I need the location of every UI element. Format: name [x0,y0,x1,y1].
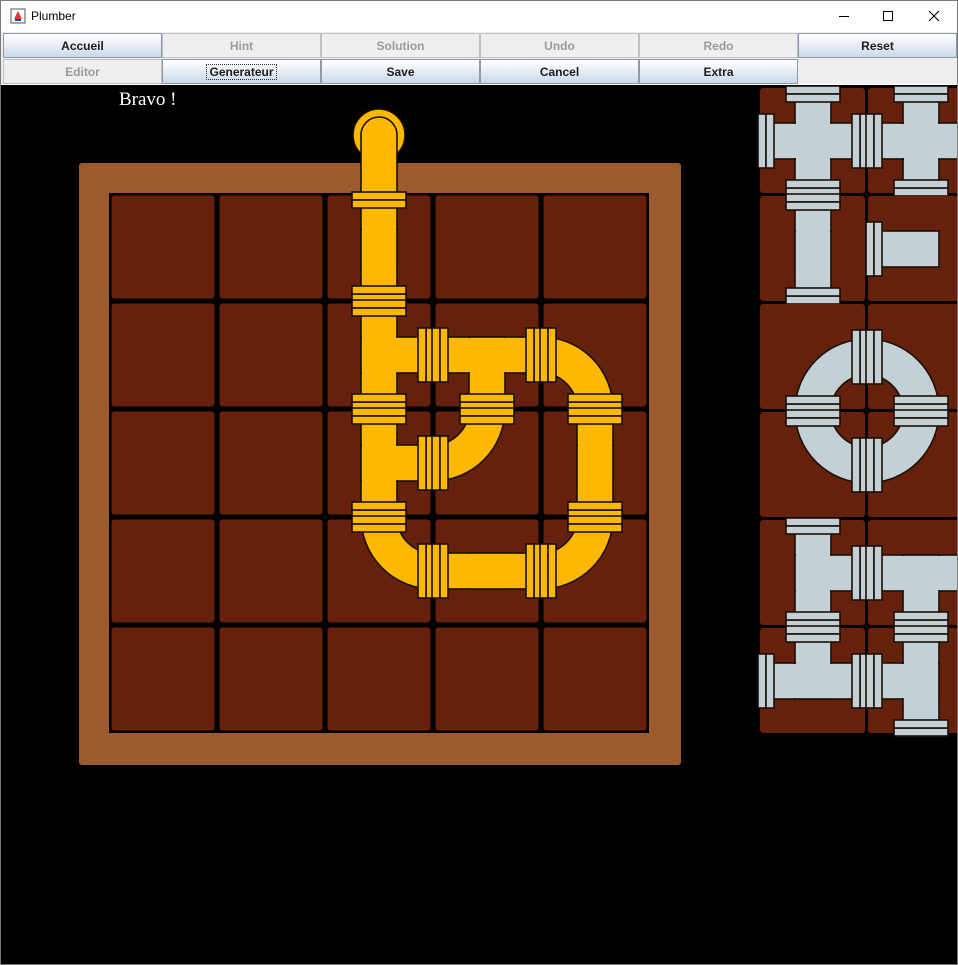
close-button[interactable] [911,1,957,31]
java-app-icon [10,8,26,24]
generateur-button[interactable]: Generateur [162,59,321,84]
close-icon [928,10,940,22]
board-tile [219,411,323,515]
maximize-icon [883,11,893,21]
plumber-window: Plumber Accueil Hint Solution Undo Redo … [0,0,958,965]
extra-button[interactable]: Extra [639,59,798,84]
board-tile [219,519,323,623]
board-tile [219,195,323,299]
board-tile [543,627,647,731]
board-tile [435,195,539,299]
board-tile [111,519,215,623]
board-tile [219,627,323,731]
editor-button[interactable]: Editor [3,59,162,84]
cancel-button[interactable]: Cancel [480,59,639,84]
accueil-button[interactable]: Accueil [3,33,162,58]
window-title: Plumber [31,9,76,23]
redo-button[interactable]: Redo [639,33,798,58]
win-message: Bravo ! [119,89,177,110]
undo-button[interactable]: Undo [480,33,639,58]
hint-button[interactable]: Hint [162,33,321,58]
minimize-icon [839,16,849,17]
toolbar: Accueil Hint Solution Undo Redo Reset Ed… [1,32,957,84]
game-area: Bravo ! [1,85,957,964]
board-tile [111,303,215,407]
source-pipe [360,116,398,194]
board-tile [435,627,539,731]
title-bar[interactable]: Plumber [1,1,957,32]
board-tile [219,303,323,407]
reset-button[interactable]: Reset [798,33,957,58]
minimize-button[interactable] [821,1,867,31]
board-tile [111,627,215,731]
board-tile [543,195,647,299]
board-tile [111,195,215,299]
save-button[interactable]: Save [321,59,480,84]
maximize-button[interactable] [865,1,911,31]
board-tile [327,627,431,731]
game-canvas[interactable] [1,85,957,964]
solution-button[interactable]: Solution [321,33,480,58]
board-tile [111,411,215,515]
